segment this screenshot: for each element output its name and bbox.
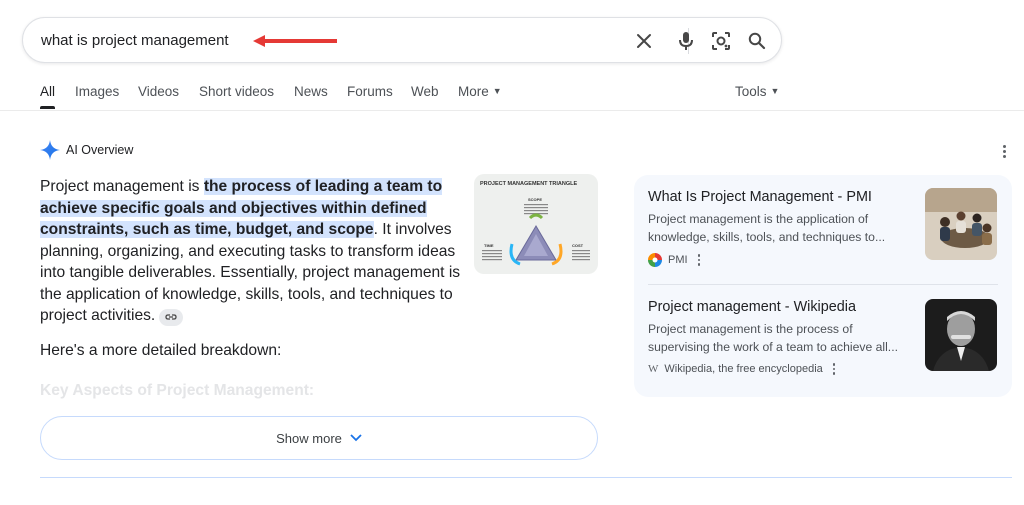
tab-more[interactable]: More ▼	[458, 84, 502, 99]
source-snippet-line: supervising the work of a team to achiev…	[648, 340, 898, 354]
clear-icon[interactable]	[632, 29, 656, 53]
source-item[interactable]: What Is Project Management - PMI Project…	[648, 189, 908, 267]
tab-forums[interactable]: Forums	[347, 84, 393, 99]
source-site-name: Wikipedia, the free encyclopedia	[664, 363, 823, 375]
ai-overview-text: Project management is the process of lea…	[40, 176, 470, 327]
section-divider	[40, 477, 1012, 478]
ai-overview-header: AI Overview	[40, 140, 133, 160]
tab-web[interactable]: Web	[411, 84, 439, 99]
tab-news[interactable]: News	[294, 84, 328, 99]
tab-videos[interactable]: Videos	[138, 84, 179, 99]
sources-card: What Is Project Management - PMI Project…	[634, 175, 1012, 397]
source-separator	[648, 284, 998, 285]
tab-images[interactable]: Images	[75, 84, 119, 99]
search-input[interactable]: what is project management	[41, 32, 229, 49]
source-snippet-line: knowledge, skills, tools, and techniques…	[648, 230, 886, 244]
tools-button[interactable]: Tools ▼	[735, 84, 779, 99]
thumb-title: PROJECT MANAGEMENT TRIANGLE	[480, 181, 578, 187]
microphone-icon[interactable]	[674, 29, 698, 53]
camera-lens-icon[interactable]	[709, 29, 733, 53]
tab-all[interactable]: All	[40, 84, 55, 99]
tab-more-label: More	[458, 84, 489, 99]
thumb-time: TIME	[484, 243, 494, 248]
show-more-button[interactable]: Show more	[40, 416, 598, 460]
source-thumbnail-portrait[interactable]	[925, 299, 997, 371]
caret-down-icon: ▼	[770, 86, 780, 96]
overview-text-start: Project management is	[40, 178, 204, 195]
chevron-down-icon	[350, 434, 362, 442]
tab-short-videos[interactable]: Short videos	[199, 84, 274, 99]
source-thumbnail-meeting[interactable]	[925, 188, 997, 260]
active-tab-indicator	[40, 106, 55, 109]
faded-section-heading: Key Aspects of Project Management:	[40, 382, 315, 399]
breakdown-text: Here's a more detailed breakdown:	[40, 342, 282, 359]
source-options-icon[interactable]	[832, 363, 836, 375]
show-more-label: Show more	[276, 430, 342, 446]
project-management-triangle-image[interactable]: PROJECT MANAGEMENT TRIANGLE SCOPE TIME C…	[474, 174, 598, 274]
sparkle-icon	[40, 140, 60, 160]
tab-divider	[0, 110, 1024, 111]
source-site-name: PMI	[668, 254, 688, 266]
thumb-scope: SCOPE	[528, 197, 542, 202]
more-options-icon[interactable]	[996, 141, 1012, 161]
source-title[interactable]: What Is Project Management - PMI	[648, 189, 908, 205]
source-snippet-line: Project management is the application of	[648, 212, 869, 226]
citation-link-icon[interactable]	[159, 308, 184, 326]
search-bar[interactable]: what is project management	[22, 17, 782, 63]
source-title[interactable]: Project management - Wikipedia	[648, 299, 908, 315]
tools-label: Tools	[735, 84, 767, 99]
ai-overview-title: AI Overview	[66, 143, 134, 157]
wikipedia-logo-icon: W	[648, 363, 659, 375]
search-icon[interactable]	[745, 29, 769, 53]
source-item[interactable]: Project management - Wikipedia Project m…	[648, 299, 908, 375]
thumb-cost: COST	[572, 243, 584, 248]
source-snippet-line: Project management is the process of	[648, 322, 853, 336]
caret-down-icon: ▼	[492, 86, 502, 96]
pmi-logo-icon	[648, 253, 662, 267]
source-options-icon[interactable]	[697, 254, 701, 266]
red-arrow-annotation-icon	[253, 35, 337, 47]
